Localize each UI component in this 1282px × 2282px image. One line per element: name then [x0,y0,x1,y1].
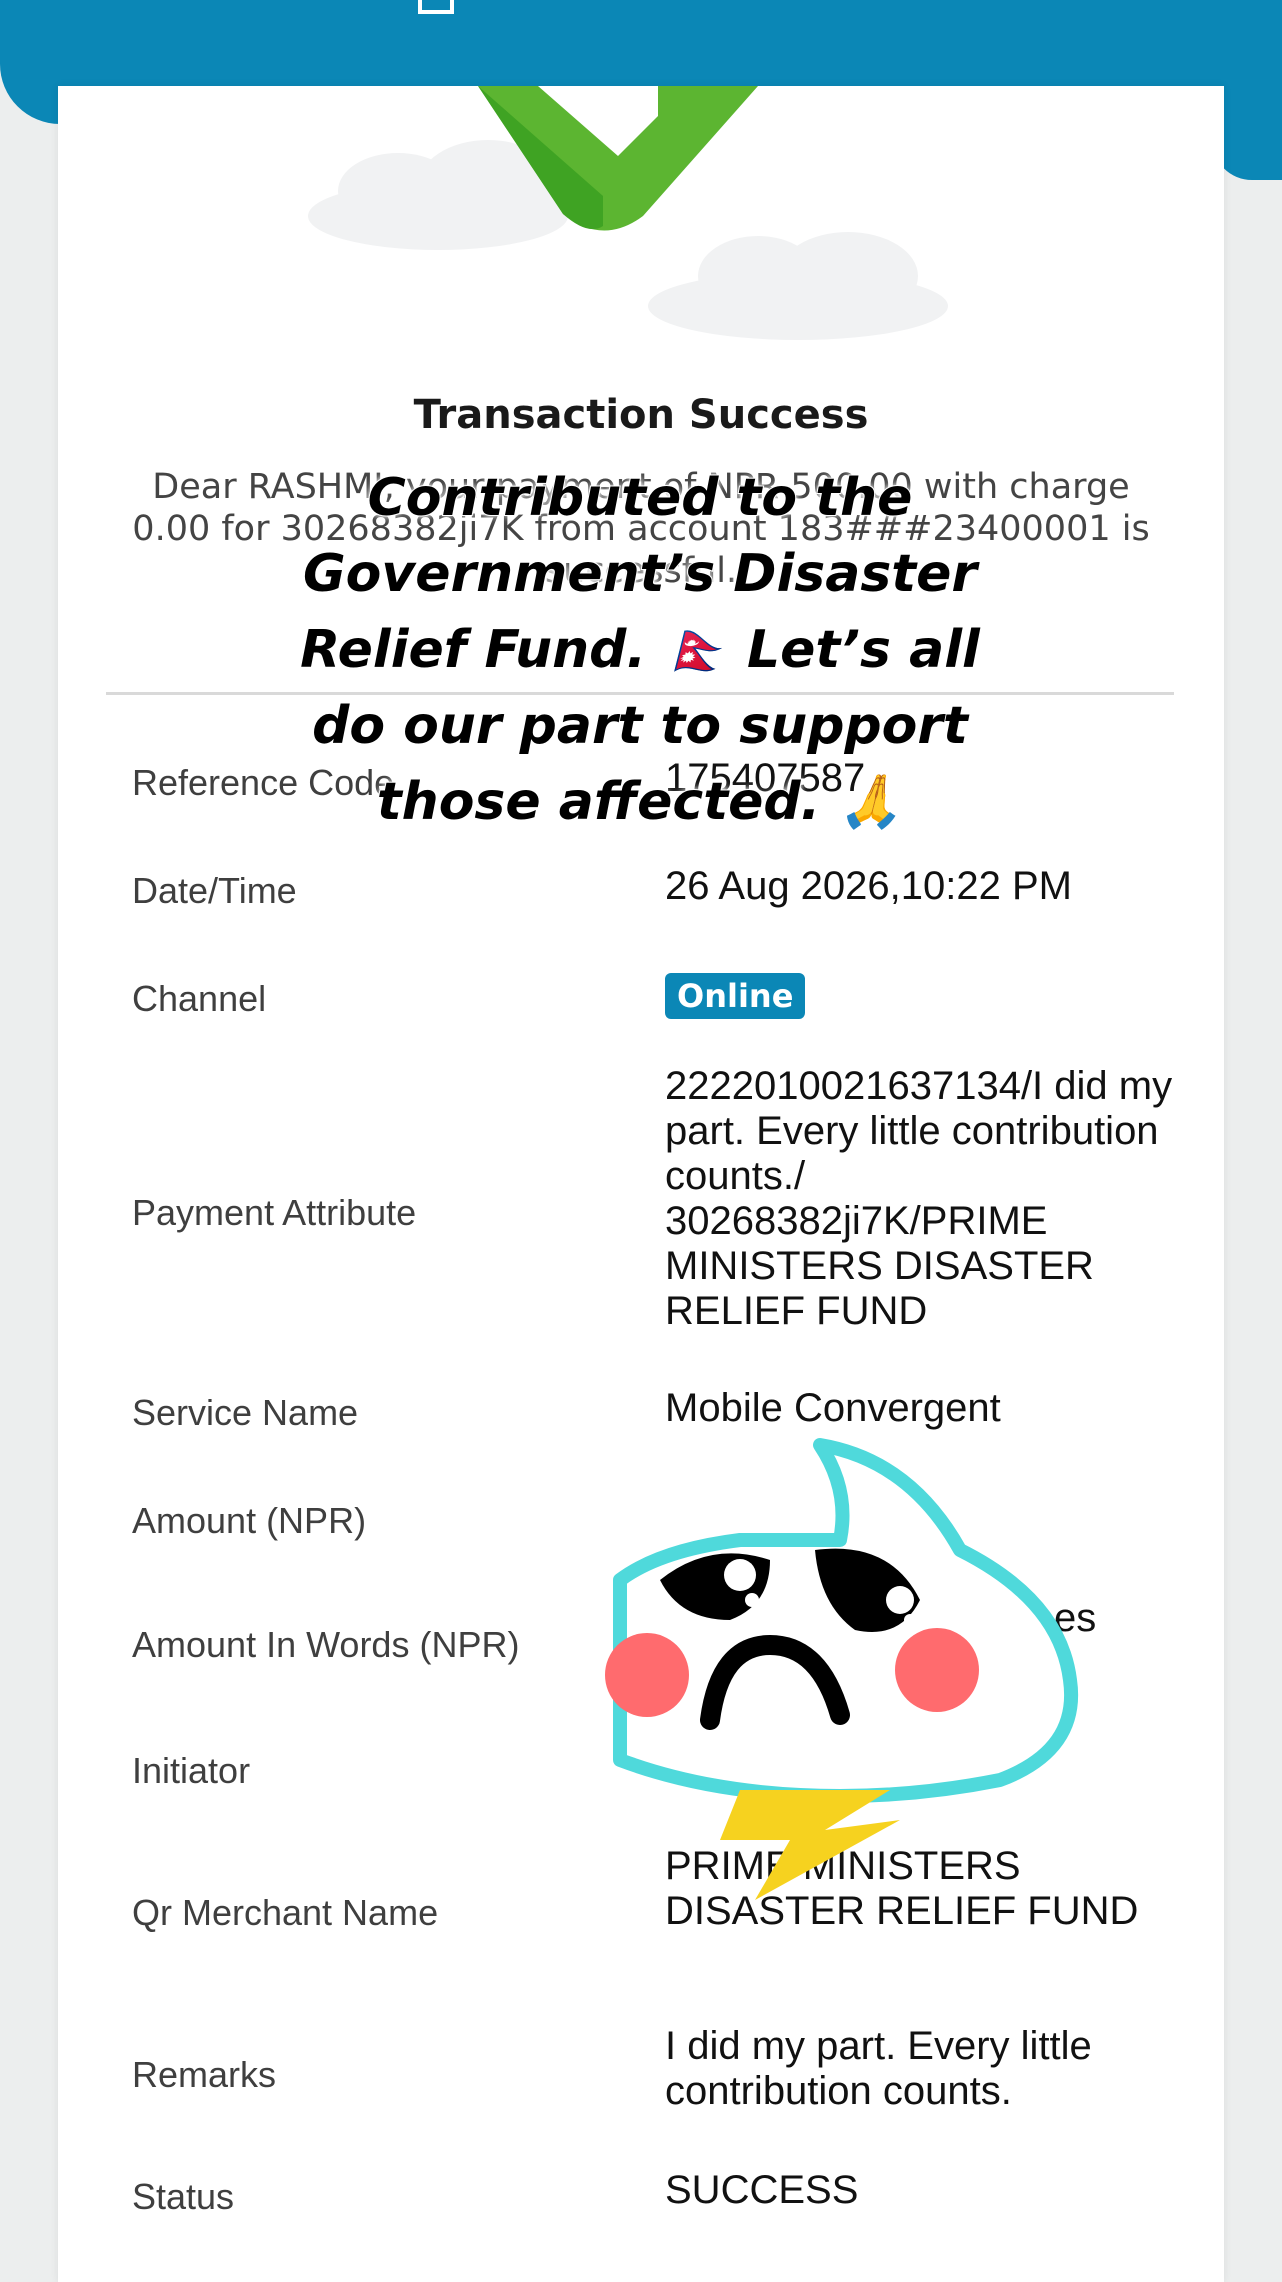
story-caption: Contributed to the Government’s Disaster… [220,460,1060,840]
right-cheek [895,1628,979,1712]
receipt-card: Transaction Success Dear RASHMI, your pa… [58,86,1224,2282]
remarks-label: Remarks [132,2054,277,2095]
caption-line-3: Relief Fund. 🇳🇵 Let’s all [299,619,981,681]
amount-words-label: Amount In Words (NPR) [132,1624,520,1665]
left-cheek [605,1633,689,1717]
sad-cloud-sticker[interactable] [600,1430,1080,1900]
status-label: Status [132,2176,235,2217]
amount-label: Amount (NPR) [132,1500,367,1541]
caption-line-1: Contributed to the [367,467,914,529]
service-name-label: Service Name [132,1392,359,1433]
service-name-value: Mobile Convergent [665,1386,1001,1430]
datetime-value: 26 Aug 2026,10:22 PM [665,864,1072,908]
caption-line-5: those affected. 🙏 [376,771,904,833]
channel-badge: Online [665,973,806,1019]
document-icon[interactable] [418,0,454,14]
remarks-value: I did my part. Every little contribution… [665,2024,1092,2113]
caption-line-2: Government’s Disaster [302,543,978,605]
transaction-title: Transaction Success [413,392,869,438]
channel-value: Online [665,972,1185,1019]
status-value: SUCCESS [665,2168,859,2212]
datetime-label: Date/Time [132,870,297,911]
qr-merchant-label: Qr Merchant Name [132,1892,439,1933]
cloud-right [648,232,948,340]
bolt-icon [720,1790,900,1900]
success-hero [308,86,948,340]
caption-line-4: do our part to support [311,695,969,757]
channel-label: Channel [132,978,267,1019]
payment-attribute-value: 2222010021637134/I did my part. Every li… [665,1064,1173,1333]
initiator-label: Initiator [132,1750,251,1791]
payment-attribute-label: Payment Attribute [132,1192,417,1233]
